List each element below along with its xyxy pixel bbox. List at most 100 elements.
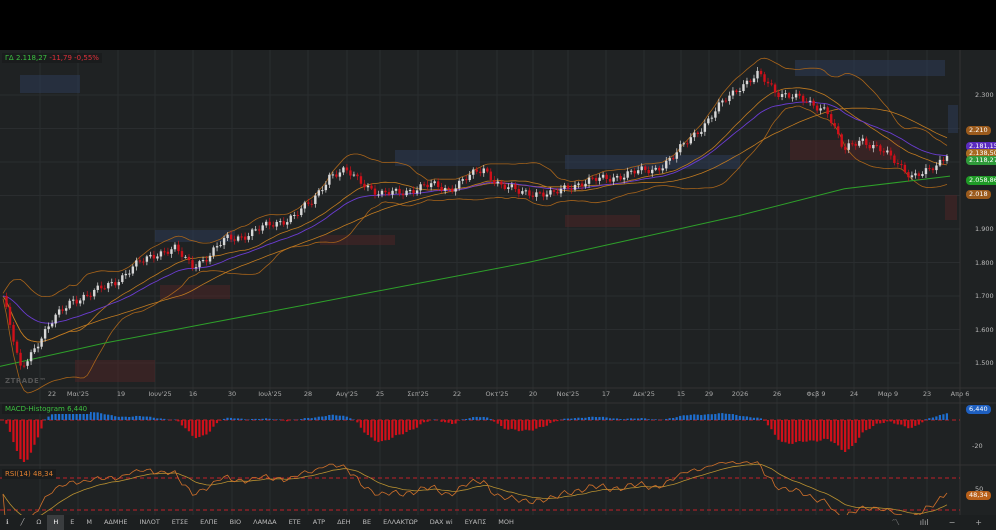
macd-bar — [268, 418, 271, 420]
candle — [12, 321, 15, 346]
macd-bar — [300, 419, 303, 420]
toolbar-item-13[interactable]: ΒΕ — [357, 515, 378, 530]
candle-body — [545, 194, 549, 197]
candle-body — [587, 177, 591, 184]
candle-body — [556, 191, 559, 194]
macd-bar — [149, 416, 152, 420]
toolbar-item-14[interactable]: ΕΛΛΑΚΤΩΡ — [377, 515, 424, 530]
toolbar-item-0[interactable]: Ω — [30, 515, 47, 530]
candle-body — [665, 160, 668, 169]
candle — [805, 97, 808, 104]
toolbar-item-8[interactable]: ΒΙΟ — [224, 515, 248, 530]
candle-body — [514, 184, 517, 190]
candle — [57, 306, 61, 318]
toolbar-item-9[interactable]: ΛΑΜΔΑ — [247, 515, 282, 530]
x-axis-label: 24 — [849, 390, 859, 398]
macd-label: MACD-Histogram — [5, 405, 65, 413]
rsi-legend: RSI(14) 48,34 — [2, 469, 57, 479]
candle-body — [854, 143, 857, 146]
macd-bar — [587, 416, 591, 420]
candle — [794, 89, 798, 101]
candle — [819, 104, 822, 115]
toolbar-item-3[interactable]: Μ — [80, 515, 98, 530]
candle-body — [233, 239, 236, 241]
toolbar-item-12[interactable]: ΔΕΗ — [331, 515, 356, 530]
candle-body — [321, 190, 324, 192]
macd-bar — [914, 420, 917, 426]
candle — [422, 181, 426, 187]
toolbar-item-11[interactable]: ΑΤΡ — [307, 515, 331, 530]
macd-bar — [380, 420, 384, 442]
x-axis-label: Μαρ 9 — [877, 390, 899, 398]
toolbar-item-2[interactable]: Ε — [64, 515, 80, 530]
candle-body — [138, 260, 142, 262]
zoom-out-icon[interactable]: − — [943, 515, 962, 530]
toolbar-item-16[interactable]: ΕΥΑΠΣ — [459, 515, 493, 530]
candle-body — [349, 170, 352, 176]
macd-bar — [791, 420, 794, 444]
candle-body — [422, 184, 426, 186]
candle-body — [524, 190, 528, 192]
candle — [64, 305, 68, 315]
candle-body — [475, 169, 478, 172]
rsi-value: 48,34 — [32, 470, 54, 478]
macd-bar — [468, 418, 471, 420]
candle — [784, 89, 787, 98]
macd-bar — [584, 417, 587, 420]
chart-area[interactable]: ΓΔ 2.118,27 -11,79 -0,55% ZTRADE™ MACD-H… — [0, 50, 996, 530]
candle-body — [54, 314, 57, 324]
macd-bar — [552, 420, 555, 422]
candle — [524, 188, 528, 195]
candle — [54, 313, 57, 328]
candle — [812, 98, 815, 109]
candle — [493, 175, 496, 187]
toolbar-item-5[interactable]: ΙΝΛΟΤ — [133, 515, 165, 530]
toolbar-item-17[interactable]: ΜΟΗ — [492, 515, 520, 530]
toolbar-item-4[interactable]: ΑΔΜΗΕ — [98, 515, 134, 530]
macd-bar — [303, 418, 306, 420]
candle-body — [833, 123, 836, 127]
candle — [107, 281, 110, 293]
macd-bar — [837, 420, 840, 446]
toolbar-item-1[interactable]: Η — [47, 515, 65, 530]
macd-bar — [594, 417, 598, 420]
candle-body — [731, 90, 735, 96]
macd-bar — [33, 420, 36, 445]
candle-body — [261, 225, 264, 231]
candle-body — [15, 341, 19, 353]
macd-bar — [528, 420, 531, 431]
candle-body — [784, 93, 787, 95]
macd-bar — [784, 420, 787, 443]
draw-pen-icon[interactable]: ╱ — [14, 515, 30, 530]
zoom-in-icon[interactable]: + — [969, 515, 988, 530]
toolbar-item-6[interactable]: ΕΤΣΕ — [166, 515, 194, 530]
top-black-bar — [0, 0, 996, 50]
macd-bar — [570, 418, 573, 420]
macd-bar — [563, 418, 566, 420]
macd-bar — [524, 420, 527, 430]
candle-body — [352, 174, 356, 176]
macd-bar — [921, 420, 924, 423]
line-chart-icon[interactable]: 〽 — [886, 515, 906, 530]
bar-chart-icon[interactable]: ılıl — [914, 515, 935, 530]
info-icon[interactable]: ℹ — [0, 515, 14, 530]
toolbar-item-7[interactable]: ΕΛΠΕ — [194, 515, 224, 530]
candle — [286, 218, 289, 229]
x-axis-label: Δεκ'25 — [633, 390, 655, 398]
candle-body — [103, 288, 106, 290]
candle — [907, 169, 910, 182]
macd-bar — [910, 420, 913, 428]
chart-svg[interactable] — [0, 50, 996, 530]
toolbar-item-15[interactable]: DAX wi — [424, 515, 459, 530]
macd-bar — [205, 420, 208, 435]
candle-body — [538, 192, 542, 194]
candle-body — [672, 158, 675, 160]
macd-bar — [412, 420, 415, 430]
toolbar-item-10[interactable]: ΕΤΕ — [283, 515, 307, 530]
candle-body — [914, 173, 917, 176]
candle-body — [935, 165, 938, 171]
candle-body — [893, 155, 896, 164]
macd-bar — [924, 419, 927, 420]
candle — [770, 79, 773, 87]
macd-bar — [366, 420, 369, 436]
